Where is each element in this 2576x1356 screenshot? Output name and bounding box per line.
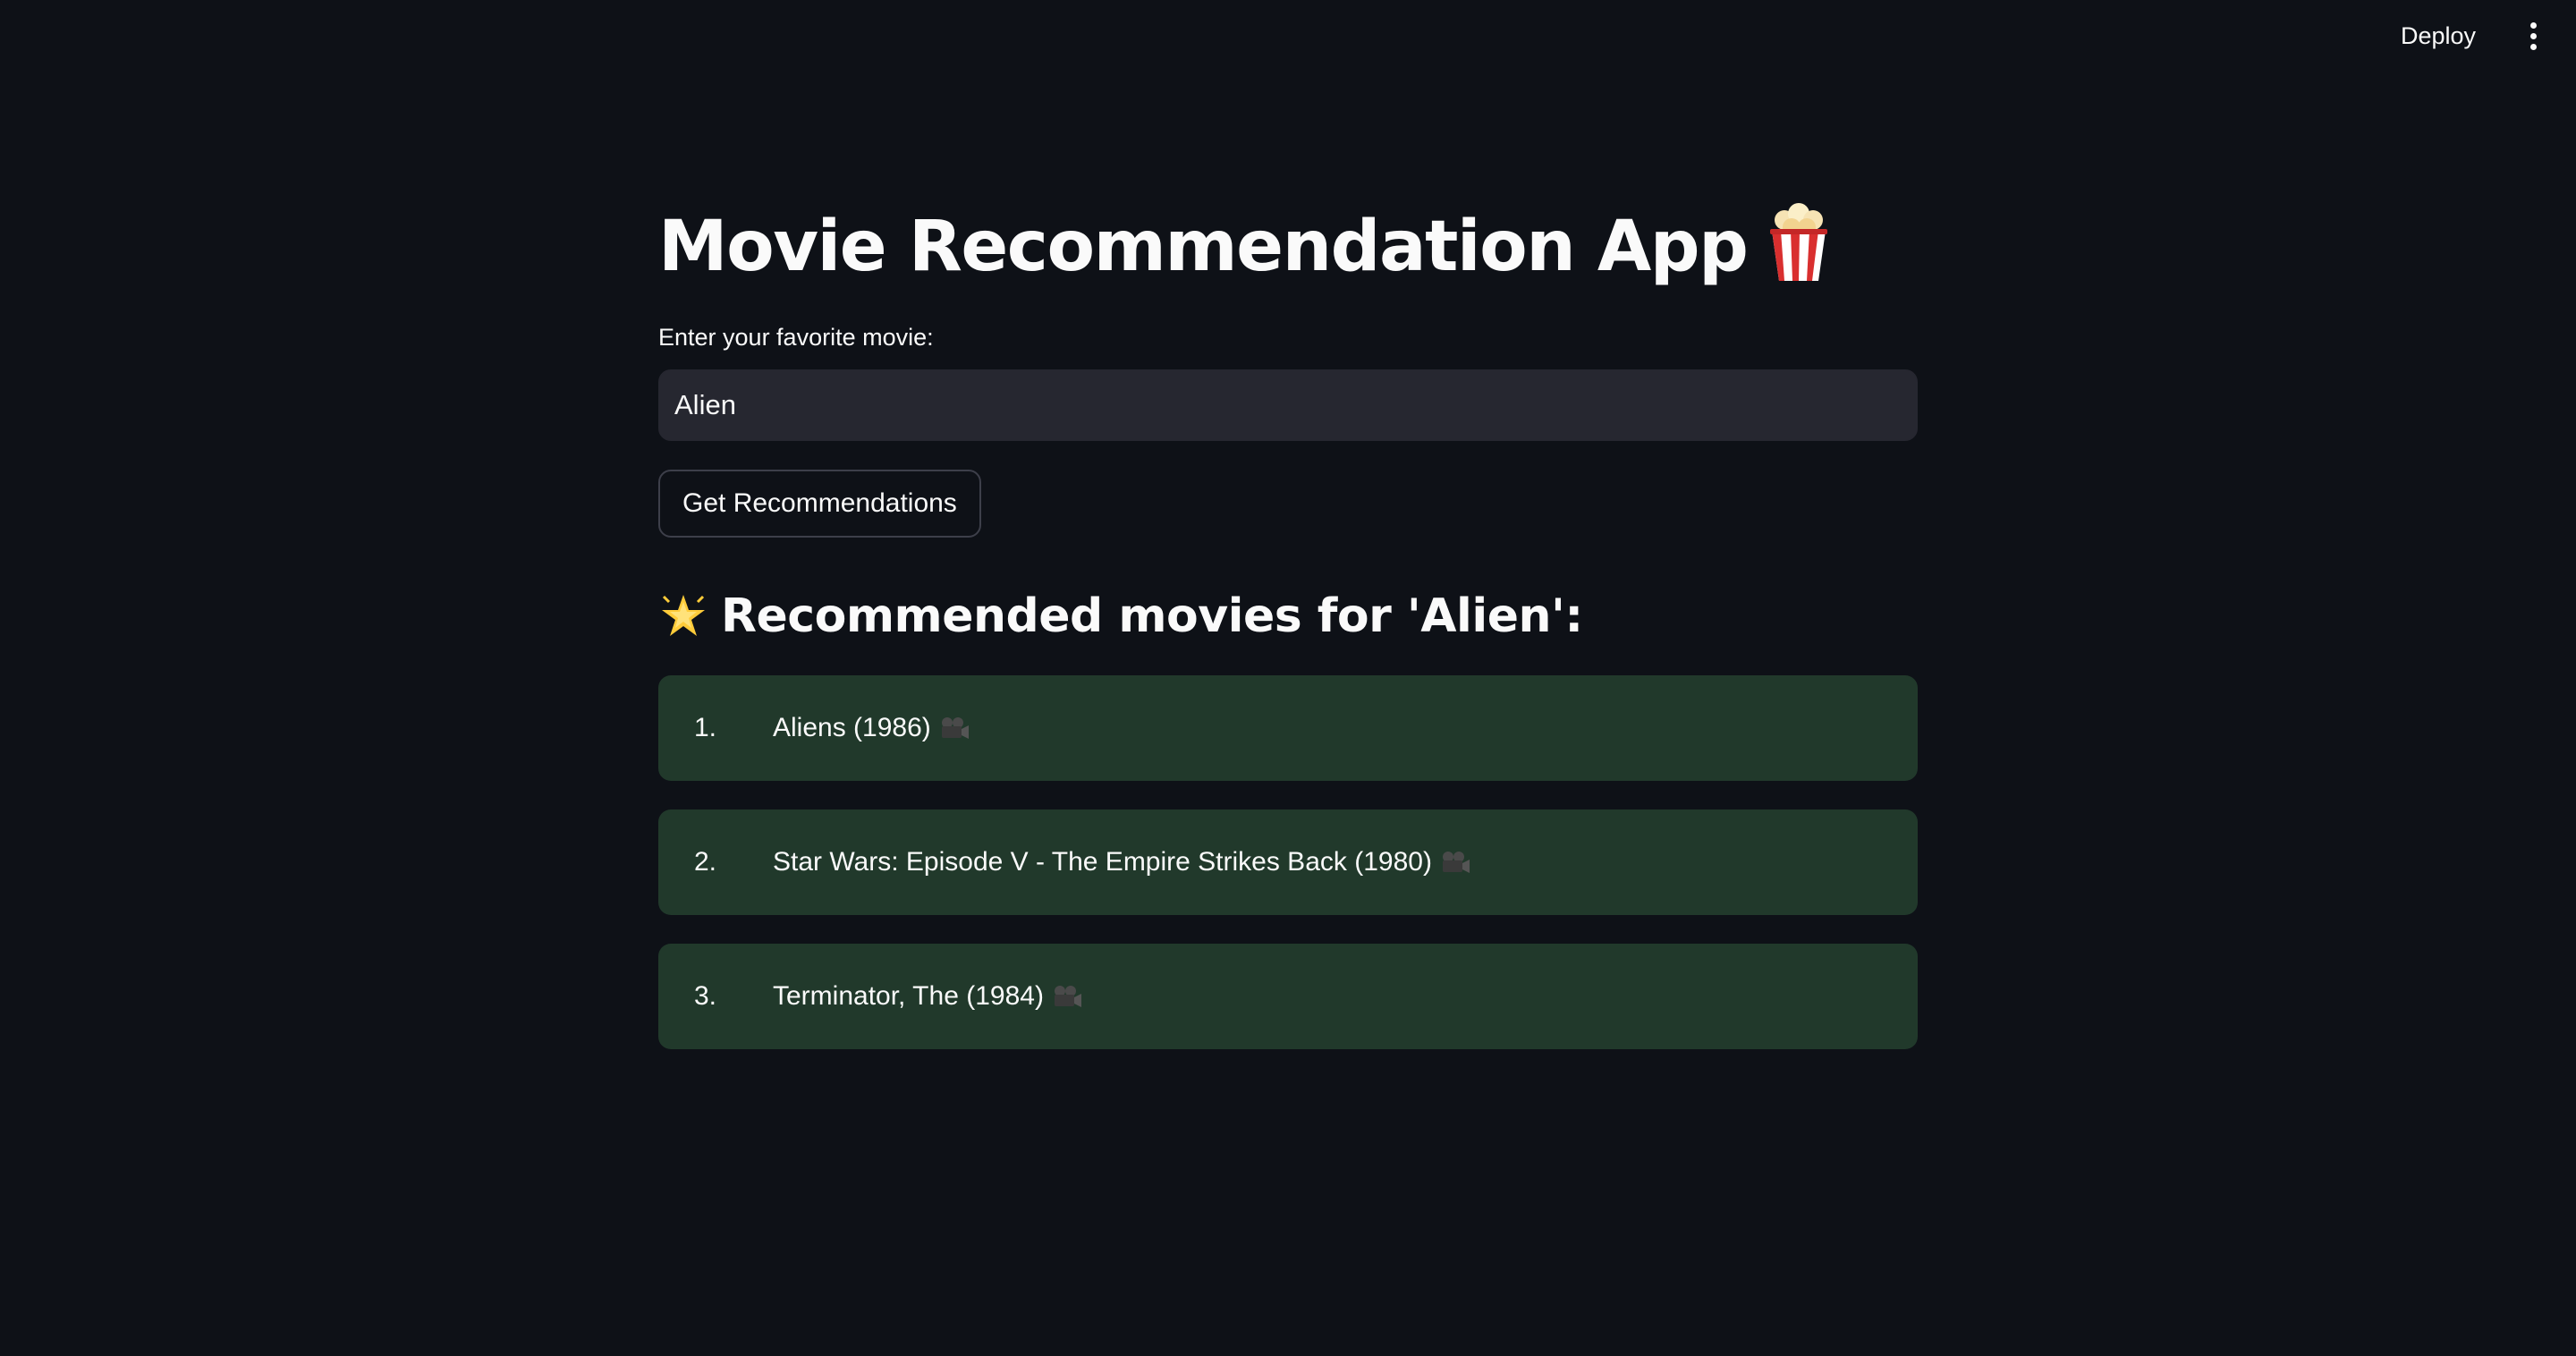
movie-input-label: Enter your favorite movie: xyxy=(658,324,934,351)
result-index: 3. xyxy=(694,981,717,1011)
result-index: 2. xyxy=(694,847,717,877)
result-title: Terminator, The (1984) xyxy=(773,981,1044,1011)
glowing-star-icon xyxy=(662,595,705,636)
result-title: Star Wars: Episode V - The Empire Strike… xyxy=(773,847,1432,877)
result-title: Aliens (1986) xyxy=(773,713,931,742)
result-index: 1. xyxy=(694,713,717,742)
menu-dot xyxy=(2529,21,2537,29)
main-content: Movie Recommendation App Enter your favo… xyxy=(658,197,1918,1078)
page-title: Movie Recommendation App xyxy=(658,197,1918,297)
results-heading-text: Recommended movies for 'Alien': xyxy=(721,589,1583,643)
menu-dot xyxy=(2529,32,2537,39)
results-list: 1. Aliens (1986) 2. Star Wars: Episode V… xyxy=(658,675,1918,1049)
more-vertical-icon[interactable] xyxy=(2515,18,2551,54)
popcorn-icon xyxy=(1770,203,1828,281)
app-root: Deploy Movie Recommendation App Enter yo… xyxy=(0,0,2576,1356)
movie-camera-icon xyxy=(941,717,969,739)
results-heading: Recommended movies for 'Alien': xyxy=(658,582,1918,650)
get-recommendations-button[interactable]: Get Recommendations xyxy=(658,470,981,538)
page-title-text: Movie Recommendation App xyxy=(658,207,1749,287)
result-item: 2. Star Wars: Episode V - The Empire Str… xyxy=(658,809,1918,915)
deploy-button[interactable]: Deploy xyxy=(2379,15,2497,57)
movie-camera-icon xyxy=(1054,986,1081,1007)
result-item: 3. Terminator, The (1984) xyxy=(658,944,1918,1049)
header-toolbar: Deploy xyxy=(2379,0,2576,72)
favorite-movie-input[interactable] xyxy=(658,369,1918,441)
result-item: 1. Aliens (1986) xyxy=(658,675,1918,781)
menu-dot xyxy=(2529,43,2537,50)
movie-camera-icon xyxy=(1442,852,1470,873)
